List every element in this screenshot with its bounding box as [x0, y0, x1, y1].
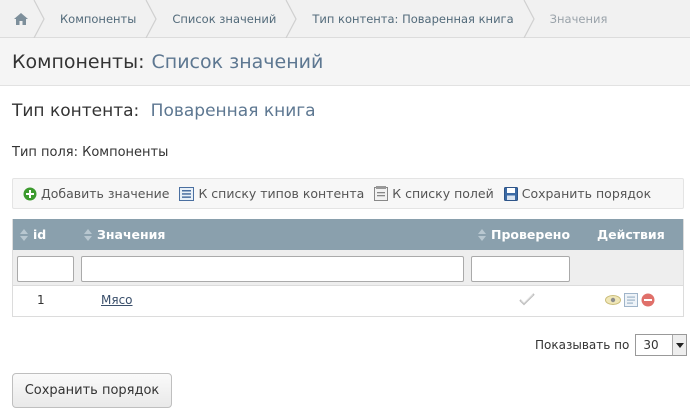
delete-icon[interactable]: [641, 293, 655, 307]
row-actions: [605, 293, 655, 307]
per-page-select[interactable]: 30: [635, 334, 688, 356]
filter-checked-input[interactable]: [471, 256, 570, 282]
filter-row: [13, 250, 683, 286]
breadcrumb-label: Тип контента: Поваренная книга: [312, 11, 514, 26]
save-icon: [503, 186, 518, 201]
breadcrumb-item-current: Значения: [534, 0, 628, 38]
fields-list-button[interactable]: К списку полей: [374, 186, 494, 201]
content-types-list-label: К списку типов контента: [198, 186, 365, 201]
fields-list-icon: [374, 186, 389, 201]
toolbar: Добавить значение К списку типов контент…: [12, 178, 684, 209]
content-types-list-button[interactable]: К списку типов контента: [179, 186, 364, 201]
breadcrumb-label: Значения: [549, 11, 608, 26]
add-icon: [23, 187, 37, 200]
add-value-button[interactable]: Добавить значение: [23, 186, 169, 201]
field-type-label: Тип поля: Компоненты: [12, 145, 169, 160]
sort-icon: [478, 228, 486, 241]
breadcrumb: Компоненты Список значений Тип контента:…: [0, 0, 690, 38]
save-order-button[interactable]: Сохранить порядок: [12, 373, 172, 408]
content-type-accent: Поваренная книга: [150, 101, 316, 121]
page-title-prefix: Компоненты:: [12, 50, 145, 73]
fields-list-label: К списку полей: [392, 186, 494, 201]
column-header-actions: Действия: [597, 227, 665, 242]
sort-icon: [84, 228, 92, 241]
table-header: id Значения Проверено Действия: [13, 219, 683, 250]
row-id: 1: [37, 293, 45, 307]
per-page-label: Показывать по: [535, 338, 630, 352]
breadcrumb-item-value-list[interactable]: Список значений: [156, 0, 298, 38]
filter-values-input[interactable]: [81, 256, 464, 282]
filter-id-input[interactable]: [17, 256, 74, 282]
content-type-title: Тип контента: Поваренная книга: [12, 101, 316, 121]
add-value-label: Добавить значение: [41, 186, 170, 201]
view-icon[interactable]: [605, 293, 621, 307]
page-title-accent: Список значений: [151, 50, 324, 73]
table-row: 1 Мясо: [13, 286, 683, 316]
sort-icon: [20, 228, 28, 241]
breadcrumb-label: Список значений: [172, 11, 277, 26]
check-icon: [519, 293, 535, 306]
values-table: id Значения Проверено Действия 1 Мясо: [12, 219, 684, 317]
breadcrumb-item-components[interactable]: Компоненты: [44, 0, 158, 38]
breadcrumb-home[interactable]: [4, 0, 45, 38]
page-title: Компоненты: Список значений: [0, 38, 690, 86]
row-value-link[interactable]: Мясо: [101, 293, 133, 307]
edit-icon[interactable]: [624, 293, 638, 307]
pager: Показывать по 30: [535, 334, 688, 356]
column-header-id[interactable]: id: [13, 219, 79, 250]
per-page-value: 30: [643, 338, 659, 352]
column-header-checked[interactable]: Проверено: [471, 219, 589, 250]
column-header-values[interactable]: Значения: [79, 219, 471, 250]
content-type-prefix: Тип контента:: [12, 101, 140, 121]
list-icon: [179, 186, 195, 201]
save-order-toolbar-button[interactable]: Сохранить порядок: [503, 186, 652, 201]
breadcrumb-item-content-type[interactable]: Тип контента: Поваренная книга: [296, 0, 535, 38]
home-icon: [14, 12, 28, 25]
dropdown-arrow-icon: [672, 335, 687, 355]
breadcrumb-label: Компоненты: [60, 11, 137, 26]
save-order-label: Сохранить порядок: [521, 186, 652, 201]
